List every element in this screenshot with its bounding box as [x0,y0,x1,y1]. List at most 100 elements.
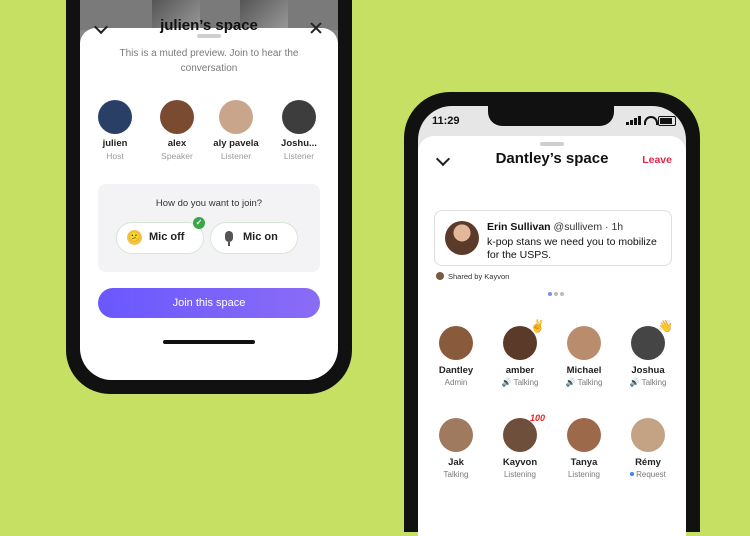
speaker-wave-icon: 🔊 [629,378,640,387]
speaker[interactable]: 100 Kayvon Listening [492,413,548,479]
signal-icon [638,116,641,125]
tweet-author-name: Erin Sullivan [487,221,551,233]
speaker-status-label: Talking [443,470,469,479]
status-bar: 11:29 [418,106,686,136]
space-sheet: Dantley’s space Leave Erin Sullivan @sul… [418,136,686,536]
avatar [439,418,473,452]
shared-by: Shared by Kayvon [436,272,509,281]
participant-name: aly pavela [213,138,259,149]
participant-role: Listener [220,151,252,161]
space-title: Dantley’s space [495,150,609,167]
participant-role: Listener [283,151,315,161]
mic-off-button[interactable]: 😕 Mic off ✓ [116,217,205,254]
pager-dot[interactable] [560,292,564,296]
speaker[interactable]: 👋 Joshua 🔊 Talking [620,320,676,387]
notch [488,106,614,126]
wifi-icon [644,116,658,125]
participant-role: Speaker [161,151,193,161]
avatar [445,221,479,255]
avatar [631,418,665,452]
speaker-name: amber [505,365,535,376]
avatar [282,100,316,134]
speaker-status-label: Talking [513,378,539,387]
avatar [567,326,601,360]
speaker[interactable]: Dantley Admin [428,326,484,387]
drag-handle[interactable] [540,142,564,146]
speaker-status: 🔊 Talking [556,378,612,387]
speaker-status-label: Talking [577,378,603,387]
speaker-name: Rémy [635,457,661,468]
avatar: ✌ [503,320,545,360]
speaker-status: 🔊 Talking [492,378,548,387]
participant-role: Host [106,151,124,161]
victory-hand-icon: ✌ [530,319,545,333]
speaker-status: Talking [428,470,484,479]
right-screen: 11:29 Dantley’s space Leave Erin Sulliva… [418,106,686,536]
participant[interactable]: aly pavela Listener [211,100,261,161]
speaker-status: Listening [492,470,548,479]
speaker-name: Joshua [631,365,665,376]
confused-face-icon: 😕 [127,230,142,245]
hundred-points-icon: 100 [529,413,545,423]
avatar [160,100,194,134]
speaker-status-label: Listening [503,470,537,479]
speaker[interactable]: ✌ amber 🔊 Talking [492,320,548,387]
shared-by-label: Shared by Kayvon [448,272,510,281]
speaker-status: Request [620,470,676,479]
check-icon: ✓ [193,217,205,229]
status-icons [626,116,676,126]
status-time: 11:29 [432,115,460,127]
speaker[interactable]: Tanya Listening [556,418,612,479]
close-icon[interactable] [310,22,322,34]
participant[interactable]: julien Host [90,100,140,161]
avatar: 100 [503,413,545,452]
chevron-down-icon[interactable] [435,151,451,167]
right-phone: 11:29 Dantley’s space Leave Erin Sulliva… [404,92,700,536]
participant[interactable]: Joshu... Listener [274,100,324,161]
avatar [567,418,601,452]
avatar: 👋 [631,320,673,360]
speaker-status-label: Admin [444,378,468,387]
join-space-button[interactable]: Join this space [98,288,320,318]
speaker-status-label: Request [636,470,666,479]
request-dot-icon [630,472,635,476]
signal-icon [634,118,637,125]
muted-preview-text: This is a muted preview. Join to hear th… [119,48,299,74]
participant-name: alex [167,138,187,149]
speaker-status-label: Listening [567,470,601,479]
pinned-tweet[interactable]: Erin Sullivan @sullivem · 1h k-pop stans… [434,210,672,266]
space-title: julien’s space [160,17,258,34]
pager-dot[interactable] [554,292,558,296]
mic-on-label: Mic on [243,231,278,243]
speaker-wave-icon: 🔊 [501,378,512,387]
speaker-status: Listening [556,470,612,479]
participant[interactable]: alex Speaker [152,100,202,161]
speaker[interactable]: Jak Talking [428,418,484,479]
leave-button[interactable]: Leave [642,154,672,166]
signal-icon [630,120,633,125]
waving-hand-icon: 👋 [658,319,673,333]
speaker-status: Admin [428,378,484,387]
signal-icon [626,122,629,125]
speaker-name: Dantley [438,365,474,376]
speaker-status-label: Talking [641,378,667,387]
avatar [219,100,253,134]
left-screen: julien’s space This is a muted preview. … [80,0,338,380]
left-phone: julien’s space This is a muted preview. … [66,0,352,394]
speaker-name: Kayvon [502,457,538,468]
tweet-text: k-pop stans we need you to mobilize for … [487,236,657,261]
speaker-name: Michael [566,365,602,376]
drag-handle[interactable] [197,34,221,38]
home-indicator[interactable] [163,340,255,344]
speaker[interactable]: Michael 🔊 Talking [556,326,612,387]
speaker[interactable]: Rémy Request [620,418,676,479]
pager-dot[interactable] [548,292,552,296]
participant-name: julien [102,138,128,149]
battery-icon [658,116,676,126]
speaker-name: Tanya [570,457,598,468]
avatar [436,272,444,280]
mic-off-label: Mic off [149,231,185,243]
mic-on-button[interactable]: Mic on [210,222,298,254]
tweet-handle: @sullivem · 1h [553,221,624,233]
participant-name: Joshu... [281,138,317,149]
